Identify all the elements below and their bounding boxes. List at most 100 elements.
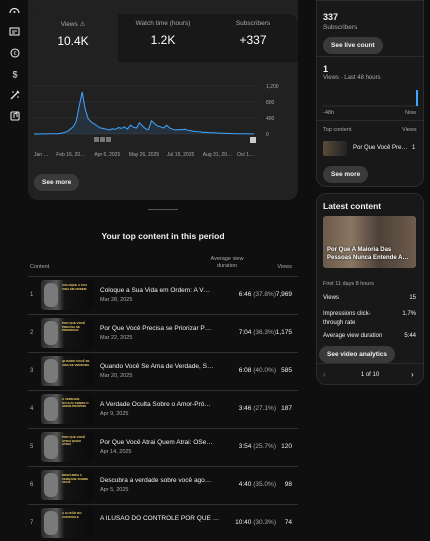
divider [316,363,424,364]
thumbnail-face [44,321,58,345]
x-tick-label: May 26, 2025 [129,152,160,158]
divider [148,209,178,210]
video-marker[interactable] [94,137,99,142]
divider [316,56,424,57]
copyright-icon[interactable]: € [9,47,20,58]
svg-text:€: € [13,51,16,57]
y-tick-label: 1,200 [266,84,279,90]
latest-content-title: Latest content [323,201,382,211]
tab-views[interactable]: Views ⚠ 10.4K [28,14,118,62]
see-live-count-button[interactable]: See live count [323,37,383,54]
row-rank: 5 [30,444,34,450]
content-icon[interactable] [9,26,20,37]
avd-time: 4:40 [238,481,252,488]
metric-value: 1.7% [402,311,416,317]
latest-video-thumbnail[interactable]: Por Que A Maioria Das Pessoas Nunca Ente… [323,216,416,268]
video-date: Mar 28, 2025 [100,297,133,303]
metric-label: Impressions click-through rate [323,311,371,326]
thumbnail-face [44,435,58,459]
thumbnail-caption: COLOQUE A SUA VIDA EM ORDEM [62,283,88,291]
video-date: Mar 22, 2025 [100,335,133,341]
divider [316,120,424,121]
series-line [33,91,254,135]
table-row[interactable]: 6 DESCUBRA A VERDADE SOBRE VOCÊ Descubra a… [28,466,298,503]
metric-ctr: Impressions click-through rate 1.7% [323,310,416,328]
top-video-title[interactable]: Por Que Você Pre… [353,145,407,151]
video-date: Apr 14, 2025 [100,449,132,455]
axis-48h: -48h [323,110,335,116]
avd-time: 6:46 [238,291,252,298]
chevron-right-icon[interactable]: › [411,370,414,379]
metric-avd: Average view duration 5:44 [323,333,416,339]
views-chart-svg: 1,200 800 400 0 Jan … Feb 16, 20… Apr 6, 2025 M… [33,84,279,158]
avd-time: 7:04 [238,329,252,336]
customization-icon[interactable] [9,89,20,100]
dashboard-icon[interactable] [9,4,20,15]
tab-watch-time[interactable]: Watch time (hours) 1.2K [118,14,208,62]
warning-icon: ⚠ [79,21,86,28]
top-video-views: 1 [412,145,416,151]
top-video-thumbnail[interactable] [323,141,347,156]
top-content-title: Your top content in this period [101,231,225,241]
watch-time-label: Watch time (hours) [135,20,191,27]
axis-now: Now [405,110,417,116]
col-avd: Average view duration [210,256,244,269]
row-rank: 3 [30,368,34,374]
monetization-icon[interactable]: $ [9,68,20,79]
thumbnail-face [44,359,58,383]
y-tick-label: 0 [266,132,269,138]
video-thumbnail[interactable]: DESCUBRA A VERDADE SOBRE VOCÊ [41,470,93,500]
video-thumbnail[interactable]: COLOQUE A SUA VIDA EM ORDEM [41,280,93,310]
svg-text:$: $ [12,69,17,79]
table-row[interactable]: 5 POR QUE VOCÊ ATRAI QUEM ATRAI Por Que Vo… [28,428,298,465]
tab-subscribers[interactable]: Subscribers +337 [208,14,298,62]
y-tick-label: 400 [266,116,275,122]
video-thumbnail[interactable]: POR QUE VOCÊ PRECISA SE PRIORIZAR [41,318,93,348]
video-thumbnail[interactable]: POR QUE VOCÊ ATRAI QUEM ATRAI [41,432,93,462]
latest-video-title: Por Que A Maioria Das Pessoas Nunca Ente… [327,247,409,261]
col-views: Views [277,264,292,270]
row-rank: 7 [30,520,34,526]
row-rank: 2 [30,330,34,336]
avd-time: 3:46 [238,405,252,412]
video-date: Apr 5, 2025 [100,487,129,493]
row-rank: 1 [30,292,34,298]
table-row[interactable]: 7A ILUSÃO DO CONTROLE A ILUSÃO DO CONTROL… [28,504,298,541]
video-thumbnail[interactable]: QUANDO VOCÊ SE AMA DE VERDADE [41,356,93,386]
metric-label: Views [323,295,339,301]
top-content-label: Top content [323,127,352,133]
video-views: 1,175 [275,329,292,336]
left-nav-rail: € $ [0,0,28,516]
audio-library-icon[interactable] [9,110,20,121]
thumbnail-face [44,283,58,307]
realtime-bars [323,90,419,107]
metric-value: 5:44 [404,333,416,339]
views48-label: Views · Last 48 hours [323,75,381,81]
video-thumbnail[interactable]: A ILUSÃO DO CONTROLE [41,508,93,538]
table-row[interactable]: 3 QUANDO VOCÊ SE AMA DE VERDADE Quando Voc… [28,352,298,389]
video-views: 7,969 [275,291,292,298]
thumbnail-face [44,473,58,497]
x-tick-label: Jul 15, 2025 [167,152,194,158]
video-marker[interactable] [100,137,105,142]
thumbnail-face [44,511,58,535]
table-row[interactable]: 4A VERDADE OCULTA SOBRE O AMOR-PRÓPRIO A … [28,390,298,427]
see-more-button[interactable]: See more [34,174,80,191]
video-views: 98 [284,481,292,488]
see-more-side-button[interactable]: See more [323,166,369,183]
metric-tabs: Views ⚠ 10.4K Watch time (hours) 1.2K Su… [28,14,298,62]
pager-label: 1 of 10 [360,372,380,378]
video-thumbnail[interactable]: A VERDADE OCULTA SOBRE O AMOR-PRÓPRIO [41,394,93,424]
x-tick-label: Jan … [34,152,48,158]
metric-value: 15 [409,295,416,301]
table-row[interactable]: 2 POR QUE VOCÊ PRECISA SE PRIORIZAR Por Qu… [28,314,298,351]
table-row[interactable]: 1 COLOQUE A SUA VIDA EM ORDEM Coloque a Su… [28,276,298,313]
col-content: Content [30,264,50,270]
video-marker[interactable] [106,137,111,142]
subs-label: Subscribers [323,24,358,31]
video-marker[interactable] [250,137,256,143]
subscribers-label: Subscribers [235,20,271,27]
views-chart: 1,200 800 400 0 Jan … Feb 16, 20… Apr 6, 2025 M… [28,70,298,160]
watch-time-value: 1.2K [150,33,176,47]
see-video-analytics-button[interactable]: See video analytics [319,346,395,363]
